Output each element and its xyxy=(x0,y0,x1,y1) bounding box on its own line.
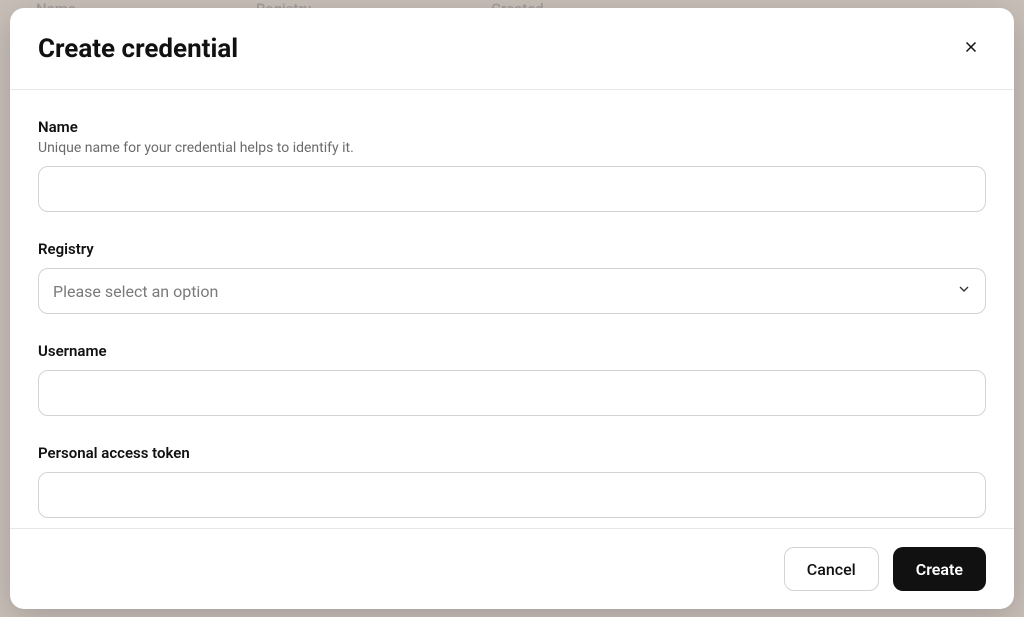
form-group-username: Username xyxy=(38,342,986,416)
form-group-token: Personal access token xyxy=(38,444,986,518)
registry-select-display: Please select an option xyxy=(38,268,986,314)
registry-label: Registry xyxy=(38,240,986,258)
token-label: Personal access token xyxy=(38,444,986,462)
close-button[interactable] xyxy=(956,32,986,65)
form-group-registry: Registry Please select an option xyxy=(38,240,986,314)
close-icon xyxy=(962,38,980,59)
registry-select[interactable]: Please select an option xyxy=(38,268,986,314)
name-input[interactable] xyxy=(38,166,986,212)
form-group-name: Name Unique name for your credential hel… xyxy=(38,118,986,212)
name-description: Unique name for your credential helps to… xyxy=(38,140,986,156)
username-label: Username xyxy=(38,342,986,360)
modal-body: Name Unique name for your credential hel… xyxy=(10,90,1014,528)
create-button[interactable]: Create xyxy=(893,547,986,591)
modal-header: Create credential xyxy=(10,8,1014,90)
cancel-button[interactable]: Cancel xyxy=(784,547,879,591)
modal-title: Create credential xyxy=(38,34,238,64)
modal-footer: Cancel Create xyxy=(10,528,1014,609)
create-credential-modal: Create credential Name Unique name for y… xyxy=(10,8,1014,609)
token-input[interactable] xyxy=(38,472,986,518)
name-label: Name xyxy=(38,118,986,136)
username-input[interactable] xyxy=(38,370,986,416)
